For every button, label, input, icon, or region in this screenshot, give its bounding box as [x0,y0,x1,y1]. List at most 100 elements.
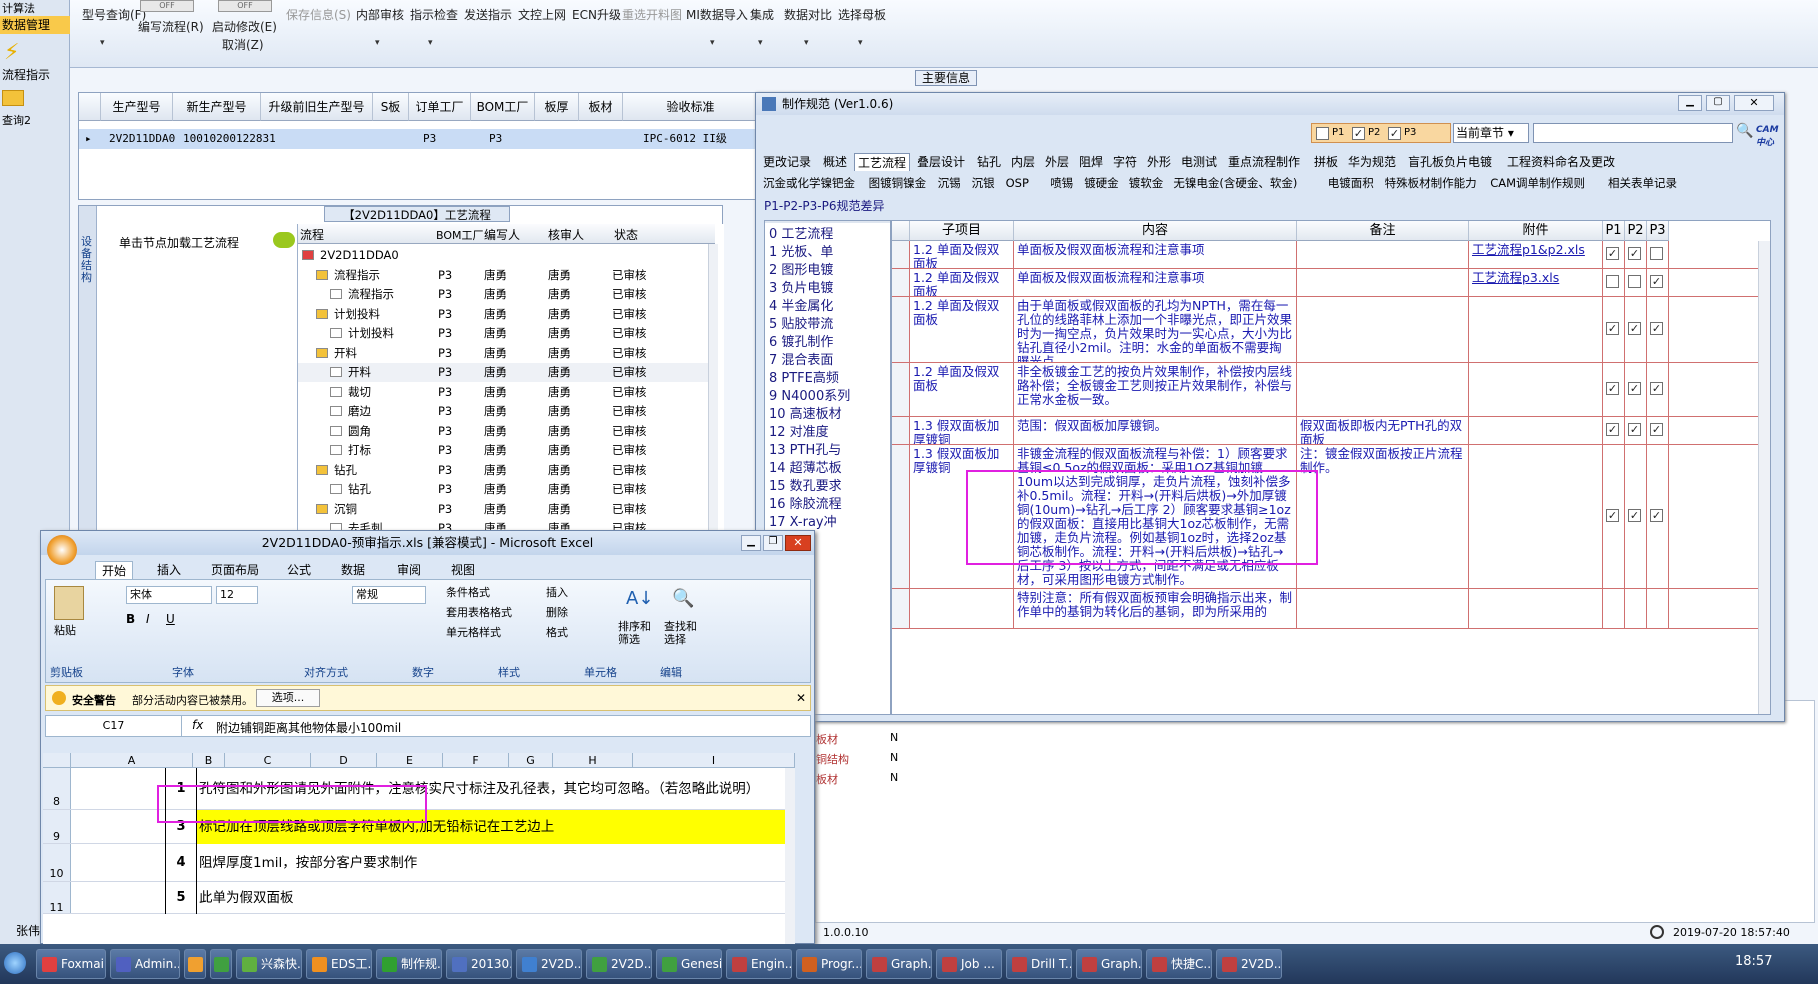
table-format-button[interactable]: 套用表格格式 [446,604,512,620]
edit-flow-button[interactable]: 编写流程(R) [138,18,204,35]
cell-c[interactable]: 阻焊厚度1mil，按部分客户要求制作 [197,844,785,882]
chevron-down-icon[interactable]: ▾ [375,38,380,48]
p2-checkbox[interactable] [1628,275,1641,288]
format-button[interactable]: 格式 [546,624,568,640]
tree-row[interactable]: 开料 P3 唐勇 唐勇 已审核 [298,344,708,363]
tab-0[interactable]: 更改记录 [760,153,814,171]
bold-button[interactable]: B [126,612,135,626]
table-row[interactable]: 1.2 单面及假双面板 非全板镀金工艺的按负片效果制作，补偿按内层线路补偿；全板镀… [892,363,1770,417]
binoculars-icon[interactable]: 🔍 [672,588,700,614]
p3-checkbox[interactable]: ✓ [1650,382,1663,395]
attachment-link[interactable] [1469,363,1603,416]
chapter-item[interactable]: 1 光板、单 [769,241,833,260]
underline-button[interactable]: U [166,612,175,626]
col-header[interactable]: 订单工厂 [409,93,471,121]
size-select[interactable]: 12 [216,586,258,604]
tree-row[interactable]: 开料 P3 唐勇 唐勇 已审核 [298,363,708,382]
row-header[interactable]: 8 [43,768,71,809]
chevron-down-icon[interactable]: ▾ [100,38,105,48]
col-header[interactable]: 备注 [1297,221,1469,241]
start-edit-button[interactable]: 启动修改(E) [212,18,277,35]
tab-8[interactable]: 字符 [1110,153,1140,171]
ribbon-tab-2[interactable]: 页面布局 [211,561,259,578]
office-button-icon[interactable] [47,535,77,565]
col-header[interactable]: 升级前旧生产型号 [261,93,373,121]
tree-row[interactable]: 计划投料 P3 唐勇 唐勇 已审核 [298,324,708,343]
p2-checkbox[interactable]: ✓ [1628,322,1641,335]
taskbar-item[interactable]: Progr... [796,949,862,979]
tree-row[interactable]: 钻孔 P3 唐勇 唐勇 已审核 [298,461,708,480]
p3-checkbox[interactable]: ✓ [1650,423,1663,436]
p2-checkbox[interactable]: ✓ [1628,247,1641,260]
tree-row[interactable]: 流程指示 P3 唐勇 唐勇 已审核 [298,285,708,304]
col-header[interactable]: 生产型号 [101,93,173,121]
taskbar-item[interactable]: 兴森快... [236,949,302,979]
taskbar-item[interactable]: Engin... [726,949,792,979]
find-label[interactable]: 查找和选择 [664,620,704,646]
p1-checkbox[interactable]: ✓ [1606,247,1619,260]
taskbar-item[interactable]: Genesis [656,949,722,979]
tree-scrollbar[interactable] [708,244,718,544]
tab-15[interactable]: 工程资料命名及更改 [1504,153,1618,171]
paste-label[interactable]: 粘贴 [54,622,76,638]
ribbon-tab-3[interactable]: 公式 [287,561,311,578]
chapter-item[interactable]: 7 混合表面 [769,349,833,368]
col-header[interactable]: 子项目 [910,221,1014,241]
row-header[interactable]: 10 [43,844,71,881]
tab-3[interactable]: 叠层设计 [914,153,968,171]
column-header[interactable]: B [193,753,225,768]
p1-checkbox[interactable]: ✓ [1606,322,1619,335]
ribbon-tab-6[interactable]: 视图 [451,561,475,578]
col-header[interactable]: 板材 [579,93,623,121]
col-header[interactable]: 编写人 [484,226,520,243]
reselect-cut-button[interactable]: 重选开料图 [622,6,682,23]
p2-checkbox[interactable]: ✓ [1628,382,1641,395]
col-header[interactable]: 板厚 [535,93,579,121]
chapter-item[interactable]: 12 对准度 [769,421,829,440]
chapter-item[interactable]: 2 图形电镀 [769,259,833,278]
col-header[interactable]: 附件 [1469,221,1603,241]
col-header[interactable]: P1 [1603,221,1625,241]
p1-checkbox[interactable] [1606,275,1619,288]
save-info-button[interactable]: 保存信息(S) [286,6,351,23]
paste-icon[interactable] [54,586,84,620]
tab-11[interactable]: 重点流程制作 [1225,153,1303,171]
cell-style-button[interactable]: 单元格样式 [446,624,501,640]
tab-12[interactable]: 拼板 [1311,153,1341,171]
tab2-9[interactable]: 电镀面积 [1325,174,1377,192]
row-header[interactable]: 11 [43,882,71,914]
row-header[interactable]: 9 [43,810,71,843]
chapter-item[interactable]: 6 镀孔制作 [769,331,833,350]
filter-p3-checkbox[interactable]: ✓ [1388,127,1401,140]
search-icon[interactable]: 🔍 [1736,123,1754,143]
model-query-button[interactable]: 型号查询(F) [82,6,146,23]
p1-checkbox[interactable]: ✓ [1606,509,1619,522]
taskbar-item[interactable]: Graph... [1076,949,1142,979]
col-header[interactable]: 验收标准 [623,93,759,121]
close-icon[interactable]: ✕ [796,691,806,705]
clock[interactable]: 18:57 [1735,954,1772,969]
table-row[interactable]: 1.2 单面及假双面板 单面板及假双面板流程和注意事项 工艺流程p1&p2.xls ✓… [892,241,1770,269]
column-header[interactable]: F [443,753,509,768]
nav-item-query2[interactable]: 查询2 [0,112,70,128]
table-row[interactable]: 特别注意：所有假双面板预审会明确指示出来，制作单中的基铜为转化后的基铜，即为所采… [892,589,1770,629]
tab-9[interactable]: 外形 [1144,153,1174,171]
col-header[interactable]: S板 [373,93,409,121]
column-header[interactable]: I [633,753,795,768]
send-instructions-button[interactable]: 发送指示 [464,6,512,23]
formula-input[interactable]: 附边铺铜距离其他物体最小100mil [216,719,401,736]
tab-2[interactable]: 工艺流程 [854,153,911,171]
taskbar-item[interactable]: 20130... [446,949,512,979]
p2-checkbox[interactable]: ✓ [1628,423,1641,436]
tab-10[interactable]: 电测试 [1178,153,1220,171]
taskbar-item[interactable]: Graph... [866,949,932,979]
col-header[interactable]: BOM工厂 [471,93,535,121]
chapter-item[interactable]: 3 负片电镀 [769,277,833,296]
nav-item-data-mgmt[interactable]: 数据管理 [0,16,70,34]
column-header[interactable]: G [509,753,553,768]
chapter-item[interactable]: 16 除胶流程 [769,493,842,512]
filter-p2-checkbox[interactable]: ✓ [1352,127,1365,140]
filter-p1-checkbox[interactable] [1316,127,1329,140]
chapter-item[interactable]: 0 工艺流程 [769,223,833,242]
tab-4[interactable]: 钻孔 [974,153,1004,171]
